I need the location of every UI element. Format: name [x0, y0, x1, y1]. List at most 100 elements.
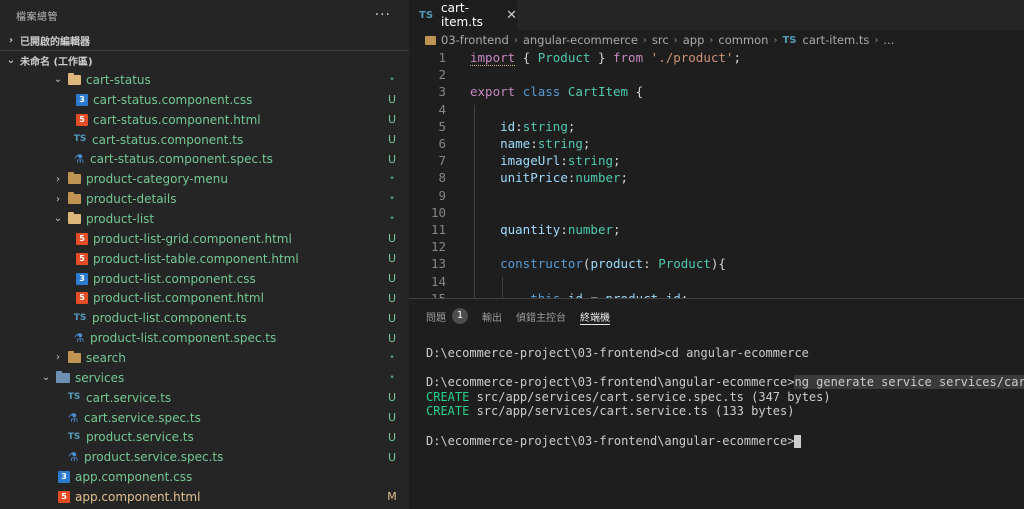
- code-line[interactable]: 7 imageUrl:string;: [409, 152, 1024, 169]
- code-token: :: [643, 256, 659, 272]
- line-number: 11: [430, 222, 446, 237]
- tree-item[interactable]: › product-category-menu •: [0, 169, 409, 189]
- code-token: string: [522, 118, 568, 134]
- terminal-output[interactable]: D:\ecommerce-project\03-frontend>cd angu…: [409, 333, 1024, 448]
- code-token: {: [515, 50, 538, 65]
- breadcrumb: 03-frontend › angular-ecommerce › src › app…: [409, 30, 1024, 50]
- tree-item[interactable]: 5 cart-status.component.html U: [0, 110, 409, 130]
- tree-item[interactable]: ⌄ product-list •: [0, 209, 409, 229]
- code-line[interactable]: 2: [409, 66, 1024, 83]
- breadcrumb-item[interactable]: 03-frontend: [441, 33, 509, 47]
- tab-problems[interactable]: 問題 1: [426, 299, 468, 333]
- code-line[interactable]: 10: [409, 204, 1024, 221]
- create-label: CREATE: [426, 404, 470, 419]
- code-line[interactable]: 1 import { Product } from './product';: [409, 49, 1024, 66]
- close-icon[interactable]: ✕: [506, 8, 517, 23]
- tree-item[interactable]: 5 product-list-grid.component.html U: [0, 229, 409, 249]
- tree-item-label: product-list-table.component.html: [93, 251, 299, 266]
- typescript-icon: TS: [67, 431, 81, 442]
- code-line[interactable]: 5 id:string;: [409, 118, 1024, 135]
- code-token: './product': [650, 50, 734, 65]
- line-number: 14: [430, 273, 446, 289]
- code-editor[interactable]: 1 import { Product } from './product'; 2 3 e…: [409, 49, 1024, 298]
- breadcrumb-item[interactable]: angular-ecommerce: [523, 33, 638, 47]
- tree-item[interactable]: TS cart.service.ts U: [0, 388, 409, 408]
- tree-item-label: search: [86, 350, 126, 365]
- code-line[interactable]: 3 export class CartItem {: [409, 83, 1024, 100]
- tree-item[interactable]: ⌄ cart-status •: [0, 70, 409, 90]
- tab-debug-console[interactable]: 偵錯主控台: [516, 299, 566, 333]
- code-line[interactable]: 8 unitPrice:number;: [409, 169, 1024, 186]
- test-spec-icon: ⚗: [67, 450, 79, 465]
- code-token: id: [568, 291, 583, 298]
- workspace-section[interactable]: ⌄ 未命名 (工作區): [0, 50, 409, 70]
- tree-item[interactable]: › search •: [0, 348, 409, 368]
- tree-item-label: app.component.css: [75, 470, 193, 485]
- tab-terminal[interactable]: 終端機: [580, 299, 610, 333]
- tree-item[interactable]: 5 product-list.component.html U: [0, 288, 409, 308]
- breadcrumb-item[interactable]: src: [652, 33, 669, 47]
- typescript-icon: TS: [73, 312, 87, 323]
- code-line[interactable]: 15 this.id = product.id;: [409, 290, 1024, 298]
- tree-item[interactable]: TS product.service.ts U: [0, 427, 409, 447]
- code-text: id:string;: [470, 118, 575, 135]
- typescript-icon: TS: [67, 392, 81, 403]
- css-file-icon: 3: [58, 471, 70, 484]
- line-number: 2: [438, 67, 446, 83]
- code-text: imageUrl:string;: [470, 152, 620, 169]
- code-line[interactable]: 11 quantity:number;: [409, 221, 1024, 238]
- breadcrumb-symbol[interactable]: ...: [883, 33, 894, 47]
- code-token: ){: [710, 256, 726, 272]
- code-token: unitPrice: [500, 170, 568, 186]
- tree-item-label: product.service.ts: [86, 430, 194, 445]
- code-line[interactable]: 4: [409, 101, 1024, 118]
- ellipsis-icon[interactable]: ···: [375, 8, 391, 22]
- tree-item[interactable]: TS cart-status.component.ts U: [0, 130, 409, 150]
- tree-item[interactable]: 5 app.component.html M: [0, 487, 409, 507]
- code-text: this.id = product.id;: [470, 290, 688, 298]
- code-text: quantity:number;: [470, 221, 620, 238]
- tree-item[interactable]: TS product-list.component.ts U: [0, 308, 409, 328]
- code-line[interactable]: 12: [409, 238, 1024, 255]
- code-token: number: [567, 222, 614, 237]
- code-line[interactable]: 9: [409, 187, 1024, 204]
- chevron-right-icon: ›: [642, 34, 647, 46]
- tree-item[interactable]: ⚗ product.service.spec.ts U: [0, 447, 409, 467]
- code-token: import: [470, 50, 516, 66]
- html-file-icon: 5: [76, 113, 88, 126]
- folder-icon: [68, 350, 81, 363]
- breadcrumb-item[interactable]: common: [718, 33, 768, 47]
- tree-item[interactable]: 3 app.component.css: [0, 467, 409, 487]
- breadcrumb-item[interactable]: app: [683, 33, 705, 47]
- tree-item[interactable]: 5 product-list-table.component.html U: [0, 249, 409, 269]
- tree-item[interactable]: ⚗ cart-status.component.spec.ts U: [0, 149, 409, 169]
- tab-cart-item[interactable]: TS cart-item.ts ✕: [409, 0, 517, 30]
- git-status-badge: U: [387, 113, 397, 127]
- code-token: :: [560, 222, 568, 237]
- code-token: this: [530, 291, 560, 298]
- tree-item[interactable]: ⚗ cart.service.spec.ts U: [0, 408, 409, 428]
- tab-output[interactable]: 輸出: [482, 299, 502, 333]
- terminal-prompt: D:\ecommerce-project\03-frontend\angular…: [426, 375, 795, 390]
- code-token: Product: [537, 50, 591, 65]
- tree-item[interactable]: 3 cart-status.component.css U: [0, 90, 409, 110]
- code-token: name: [500, 136, 531, 151]
- tree-item[interactable]: › product-details •: [0, 189, 409, 209]
- code-line[interactable]: 6 name:string;: [409, 135, 1024, 152]
- code-line[interactable]: 13 constructor(product: Product){: [409, 255, 1024, 272]
- editor-tab-bar: TS cart-item.ts ✕: [409, 0, 1024, 30]
- tab-label: 偵錯主控台: [516, 312, 566, 324]
- open-editors-label: 已開啟的編輯器: [20, 36, 90, 48]
- open-editors-section[interactable]: › 已開啟的編輯器: [0, 30, 409, 50]
- tree-item[interactable]: 3 product-list.component.css U: [0, 269, 409, 289]
- line-number: 8: [438, 170, 446, 186]
- tree-item[interactable]: ⚗ product-list.component.spec.ts U: [0, 328, 409, 348]
- tree-item[interactable]: ⌄ services •: [0, 368, 409, 388]
- chevron-down-icon: ⌄: [41, 372, 51, 384]
- terminal-line: D:\ecommerce-project\03-frontend\angular…: [426, 434, 1024, 449]
- code-line[interactable]: 14: [409, 273, 1024, 290]
- breadcrumb-file[interactable]: cart-item.ts: [803, 33, 870, 47]
